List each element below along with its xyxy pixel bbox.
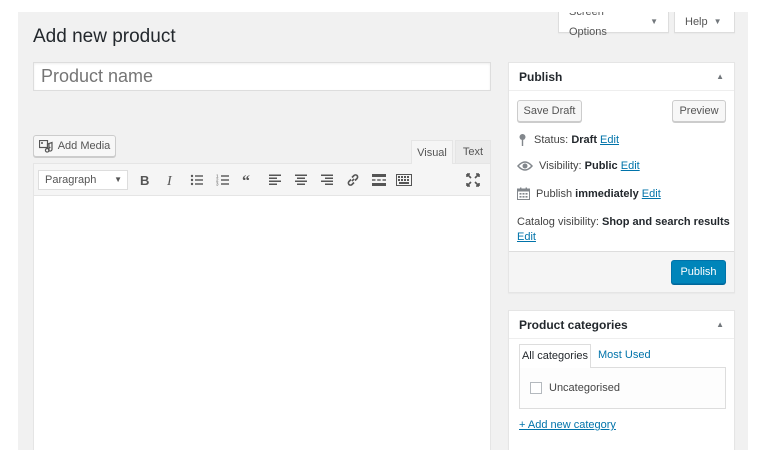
- content-editor: Paragraph ▼ B I 1 2 3 “: [33, 163, 491, 450]
- eye-icon: [517, 161, 533, 171]
- toolbar-toggle-icon[interactable]: [396, 173, 412, 187]
- italic-icon[interactable]: I: [164, 173, 178, 187]
- tab-text-label: Text: [462, 146, 484, 158]
- publish-button[interactable]: Publish: [671, 260, 726, 284]
- product-categories-box: Product categories ▲ All categories Most…: [508, 310, 735, 450]
- publish-label: Publish: [536, 187, 573, 200]
- status-label: Status:: [534, 134, 569, 146]
- catalog-visibility-label: Catalog visibility:: [517, 216, 599, 228]
- product-categories-title: Product categories: [519, 318, 628, 332]
- visibility-value: Public: [584, 160, 618, 172]
- category-item[interactable]: Uncategorised: [530, 382, 620, 394]
- format-select[interactable]: Paragraph ▼: [38, 170, 128, 190]
- add-media-button[interactable]: Add Media: [33, 135, 116, 157]
- numbered-list-icon[interactable]: 1 2 3: [216, 173, 230, 187]
- category-checklist: Uncategorised: [519, 367, 726, 409]
- caret-down-icon: ▼: [713, 17, 722, 26]
- collapse-arrow-icon[interactable]: ▲: [716, 63, 724, 91]
- screen-options-button[interactable]: Screen Options ▼: [558, 12, 669, 38]
- add-new-category-link[interactable]: + Add new category: [519, 419, 616, 431]
- add-media-label: Add Media: [57, 140, 111, 152]
- edit-publish-date-link[interactable]: Edit: [642, 188, 661, 200]
- align-right-icon[interactable]: [320, 173, 334, 187]
- tab-visual-label: Visual: [417, 146, 447, 159]
- chevron-down-icon: ▼: [114, 175, 122, 184]
- publish-box-title: Publish: [519, 70, 563, 84]
- bold-icon[interactable]: B: [138, 173, 152, 187]
- page-title: Add new product: [33, 26, 176, 47]
- help-label: Help: [685, 16, 708, 28]
- edit-visibility-link[interactable]: Edit: [621, 160, 640, 172]
- blockquote-icon[interactable]: “: [242, 173, 256, 187]
- svg-text:B: B: [140, 173, 149, 187]
- catalog-visibility-value: Shop and search results: [601, 216, 730, 228]
- status-row: Status: Draft Edit: [517, 133, 619, 147]
- tab-most-used[interactable]: Most Used: [598, 349, 651, 361]
- align-center-icon[interactable]: [294, 173, 308, 187]
- preview-label: Preview: [679, 105, 719, 117]
- product-name-input[interactable]: [33, 62, 491, 91]
- publish-date-row: Publish immediately Edit: [517, 187, 661, 200]
- catalog-visibility-row: Catalog visibility: Shop and search resu…: [517, 215, 730, 245]
- save-draft-label: Save Draft: [523, 105, 576, 117]
- tab-text[interactable]: Text: [455, 140, 491, 163]
- svg-text:3: 3: [216, 182, 219, 187]
- visibility-row: Visibility: Public Edit: [517, 160, 640, 172]
- edit-status-link[interactable]: Edit: [600, 134, 619, 146]
- admin-content-area: Screen Options ▼ Help ▼ Add new product …: [18, 12, 748, 450]
- collapse-arrow-icon[interactable]: ▲: [716, 311, 724, 339]
- publish-box: Publish ▲ Save Draft Preview Status: Dra…: [508, 62, 735, 293]
- status-value: Draft: [571, 134, 597, 146]
- help-button[interactable]: Help ▼: [674, 12, 735, 33]
- tab-all-categories-label: All categories: [521, 350, 589, 362]
- calendar-icon: [517, 187, 530, 200]
- category-checkbox[interactable]: [530, 382, 542, 394]
- visibility-label: Visibility:: [539, 160, 582, 172]
- link-icon[interactable]: [346, 173, 360, 187]
- preview-button[interactable]: Preview: [672, 100, 726, 122]
- align-left-icon[interactable]: [268, 173, 282, 187]
- tab-visual[interactable]: Visual: [411, 140, 453, 164]
- category-label: Uncategorised: [549, 382, 620, 394]
- publish-button-label: Publish: [680, 266, 717, 278]
- pin-icon: [519, 134, 526, 146]
- screen-options-label: Screen Options: [569, 12, 607, 38]
- bulleted-list-icon[interactable]: [190, 173, 204, 187]
- save-draft-button[interactable]: Save Draft: [517, 100, 582, 122]
- read-more-icon[interactable]: [372, 173, 386, 187]
- product-categories-header[interactable]: Product categories ▲: [509, 311, 734, 339]
- svg-text:“: “: [242, 173, 250, 187]
- editor-toolbar: Paragraph ▼ B I 1 2 3 “: [34, 164, 490, 196]
- publish-box-header[interactable]: Publish ▲: [509, 63, 734, 91]
- media-icon: [38, 139, 53, 153]
- edit-catalog-visibility-link[interactable]: Edit: [517, 231, 536, 243]
- fullscreen-icon[interactable]: [466, 173, 480, 187]
- publish-value: immediately: [575, 187, 639, 200]
- svg-text:I: I: [166, 174, 173, 187]
- caret-down-icon: ▼: [650, 17, 658, 26]
- tab-all-categories[interactable]: All categories: [519, 344, 591, 368]
- tab-most-used-label: Most Used: [598, 349, 651, 361]
- format-select-value: Paragraph: [45, 174, 97, 186]
- editor-body[interactable]: [34, 196, 490, 450]
